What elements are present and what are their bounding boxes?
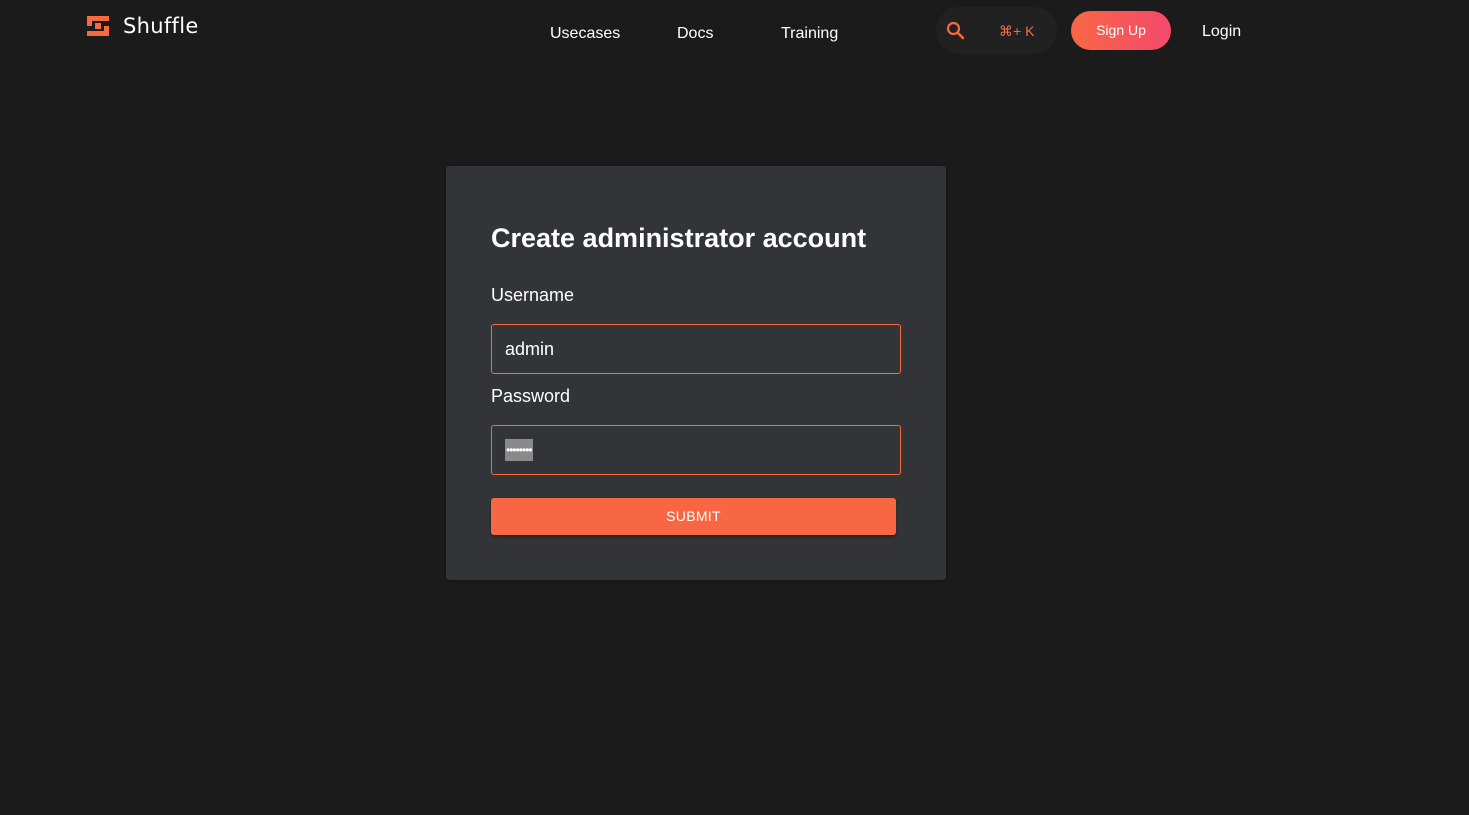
username-input[interactable]: admin bbox=[491, 324, 901, 374]
shuffle-logo-icon bbox=[87, 16, 109, 36]
username-label: Username bbox=[491, 285, 575, 305]
password-masked-value: •••••••• bbox=[505, 439, 533, 461]
submit-button[interactable]: SUBMIT bbox=[491, 498, 896, 535]
nav-link-training[interactable]: Training bbox=[781, 25, 838, 43]
brand[interactable]: Shuffle bbox=[86, 14, 199, 38]
top-navbar: Shuffle Usecases Docs Training ⌘+ K Sign… bbox=[0, 0, 1469, 62]
sign-up-button[interactable]: Sign Up bbox=[1071, 11, 1171, 50]
nav-link-usecases[interactable]: Usecases bbox=[550, 25, 620, 43]
search-icon bbox=[946, 21, 965, 40]
admin-account-card: Create administrator account Username ad… bbox=[446, 166, 946, 580]
search-button[interactable]: ⌘+ K bbox=[936, 7, 1057, 54]
login-link[interactable]: Login bbox=[1202, 23, 1241, 41]
password-label: Password bbox=[491, 386, 571, 406]
password-input[interactable]: •••••••• bbox=[491, 425, 901, 475]
nav-link-docs[interactable]: Docs bbox=[677, 25, 713, 43]
brand-name: Shuffle bbox=[123, 14, 199, 38]
username-value: admin bbox=[505, 338, 555, 359]
search-shortcut-hint: ⌘+ K bbox=[999, 23, 1035, 39]
page-title: Create administrator account bbox=[491, 223, 867, 253]
